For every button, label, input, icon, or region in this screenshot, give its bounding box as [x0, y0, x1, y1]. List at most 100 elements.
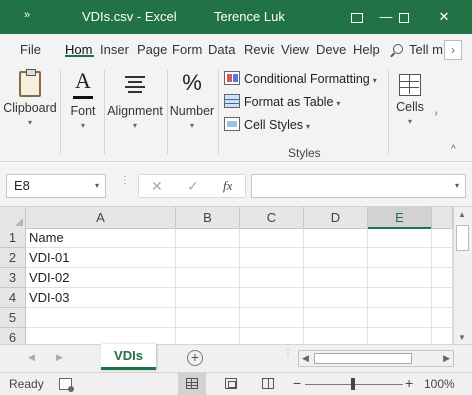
cell[interactable] [432, 228, 453, 248]
horizontal-scroll-thumb[interactable] [314, 353, 412, 364]
cell-a6[interactable] [26, 328, 176, 344]
alignment-button[interactable]: Alignment ▾ [106, 68, 164, 130]
cell[interactable] [240, 288, 304, 308]
tab-page-layout[interactable]: Page [137, 42, 167, 57]
column-header-a[interactable]: A [26, 207, 176, 229]
column-header-d[interactable]: D [304, 207, 368, 229]
cancel-icon[interactable]: ✕ [151, 178, 163, 195]
ribbon-scroll-right-button[interactable]: › [430, 68, 442, 160]
column-header-b[interactable]: B [176, 207, 240, 229]
add-sheet-icon[interactable]: + [187, 350, 203, 366]
chevron-down-icon[interactable]: ▾ [95, 175, 99, 197]
zoom-level[interactable]: 100% [424, 377, 455, 391]
cell[interactable] [432, 328, 453, 344]
row-header[interactable]: 6 [0, 328, 26, 344]
cell[interactable] [368, 268, 432, 288]
tab-developer[interactable]: Deve [316, 42, 346, 57]
enter-icon[interactable]: ✓ [187, 178, 199, 195]
cell[interactable] [304, 328, 368, 344]
vertical-scroll-thumb[interactable] [456, 225, 469, 251]
cell[interactable] [368, 308, 432, 328]
tab-review[interactable]: Revie [244, 42, 274, 57]
scroll-down-icon[interactable]: ▼ [458, 333, 466, 342]
vertical-scrollbar[interactable]: ▲ ▼ [453, 207, 472, 344]
cell[interactable] [240, 308, 304, 328]
cell-a1[interactable]: Name [26, 228, 176, 248]
row-header[interactable]: 3 [0, 268, 26, 288]
maximize-button[interactable] [384, 0, 424, 34]
cell[interactable] [432, 268, 453, 288]
cell[interactable] [304, 308, 368, 328]
column-header-f[interactable] [432, 207, 453, 229]
page-layout-view-button[interactable] [217, 373, 245, 395]
scroll-right-icon[interactable]: ▶ [443, 353, 450, 364]
column-header-e[interactable]: E [368, 207, 432, 229]
tab-data[interactable]: Data [208, 42, 238, 57]
cell[interactable] [368, 288, 432, 308]
insert-function-icon[interactable]: fx [223, 178, 232, 194]
cell[interactable] [304, 228, 368, 248]
user-name[interactable]: Terence Luk [214, 9, 285, 24]
macro-recording-icon[interactable] [59, 378, 74, 392]
quick-access-more-icon[interactable]: » [24, 9, 30, 21]
expand-formula-bar-icon[interactable]: ▾ [455, 181, 459, 190]
format-as-table-button[interactable]: Format as Table ▾ [224, 94, 340, 109]
cell[interactable] [240, 268, 304, 288]
next-sheet-icon[interactable]: ▶ [56, 352, 63, 363]
row-header[interactable]: 1 [0, 228, 26, 248]
normal-view-button[interactable] [178, 373, 206, 395]
row-header[interactable]: 5 [0, 308, 26, 328]
select-all-button[interactable] [0, 207, 26, 229]
zoom-out-button[interactable]: − [293, 375, 301, 391]
cell[interactable] [304, 288, 368, 308]
tab-scroll-right-button[interactable]: › [444, 40, 462, 60]
zoom-in-button[interactable]: + [405, 375, 413, 391]
cell[interactable] [368, 328, 432, 344]
cell[interactable] [304, 248, 368, 268]
close-button[interactable]: ✕ [424, 0, 464, 34]
tab-insert[interactable]: Inser [100, 42, 130, 57]
scroll-up-icon[interactable]: ▲ [458, 210, 466, 219]
tab-home[interactable]: Hom [65, 42, 94, 57]
number-button[interactable]: % Number ▾ [169, 68, 215, 130]
sheet-tab-vdis[interactable]: VDIs [101, 344, 156, 370]
horizontal-scrollbar[interactable]: ◀ ▶ [298, 350, 454, 367]
collapse-ribbon-icon[interactable]: ^ [451, 144, 456, 155]
cell[interactable] [240, 248, 304, 268]
prev-sheet-icon[interactable]: ◀ [28, 352, 35, 363]
cell[interactable] [240, 228, 304, 248]
formula-bar-grip-icon[interactable]: ⋮ [120, 176, 130, 186]
cell-a5[interactable] [26, 308, 176, 328]
cell[interactable] [368, 248, 432, 268]
cell-styles-button[interactable]: Cell Styles ▾ [224, 117, 310, 132]
cell-a4[interactable]: VDI-03 [26, 288, 176, 308]
cell[interactable] [304, 268, 368, 288]
cell[interactable] [176, 328, 240, 344]
conditional-formatting-button[interactable]: Conditional Formatting ▾ [224, 71, 377, 86]
sheet-splitter-icon[interactable]: ⋮ [283, 349, 293, 359]
tab-file[interactable]: File [20, 42, 41, 57]
column-header-c[interactable]: C [240, 207, 304, 229]
tab-view[interactable]: View [281, 42, 310, 57]
name-box[interactable]: E8 ▾ [6, 174, 106, 198]
cell[interactable] [176, 268, 240, 288]
tab-help[interactable]: Help [353, 42, 383, 57]
clipboard-button[interactable]: Clipboard ▾ [2, 68, 58, 127]
cell[interactable] [176, 248, 240, 268]
cell-a2[interactable]: VDI-01 [26, 248, 176, 268]
tell-me-search[interactable]: Tell m [393, 42, 443, 57]
formula-input[interactable]: ▾ [251, 174, 466, 198]
row-header[interactable]: 2 [0, 248, 26, 268]
scroll-left-icon[interactable]: ◀ [302, 353, 309, 364]
cell[interactable] [176, 288, 240, 308]
cell[interactable] [368, 228, 432, 248]
row-header[interactable]: 4 [0, 288, 26, 308]
cell[interactable] [176, 228, 240, 248]
cell[interactable] [240, 328, 304, 344]
cell[interactable] [432, 248, 453, 268]
page-break-preview-button[interactable] [254, 373, 282, 395]
cells-button[interactable]: Cells ▾ [391, 68, 429, 126]
cell-a3[interactable]: VDI-02 [26, 268, 176, 288]
cell[interactable] [432, 288, 453, 308]
font-button[interactable]: A Font ▾ [64, 68, 102, 130]
